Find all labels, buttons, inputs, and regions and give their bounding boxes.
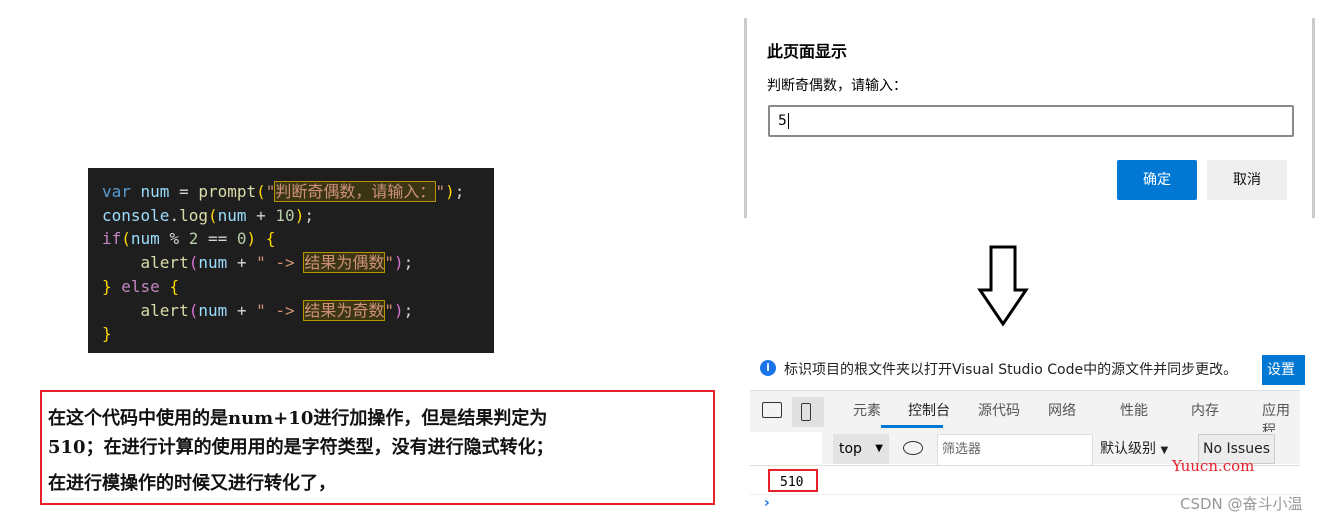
code-token: num: [130, 229, 170, 249]
code-line: } else {: [102, 275, 179, 299]
settings-button[interactable]: 设置: [1262, 355, 1305, 385]
code-token: num: [198, 300, 237, 320]
console-prompt-chevron-icon[interactable]: ›: [764, 495, 770, 511]
cancel-button[interactable]: 取消: [1207, 160, 1287, 200]
code-token: 判断奇偶数，请输入：: [274, 181, 437, 202]
code-token: }: [102, 324, 112, 344]
code-token: if: [102, 229, 122, 249]
code-token: (: [188, 300, 199, 320]
code-token: {: [169, 276, 180, 296]
code-token: alert: [102, 253, 189, 273]
code-token: +: [256, 205, 276, 225]
chevron-down-icon: ▼: [1160, 445, 1169, 456]
code-token: else: [121, 276, 170, 296]
code-token: ": [384, 300, 394, 320]
filter-input[interactable]: 筛选器: [937, 434, 1093, 466]
console-output: 510: [768, 469, 818, 492]
down-arrow-icon: [977, 245, 1029, 327]
watermark-yuucn: Yuucn.com: [1172, 457, 1255, 475]
code-token: num: [217, 205, 257, 225]
inspect-element-icon[interactable]: [762, 402, 782, 418]
code-line: alert(num + " -> 结果为奇数");: [102, 299, 413, 323]
code-token: " ->: [256, 300, 305, 320]
code-token: +: [236, 300, 257, 320]
code-token: ): [294, 205, 305, 225]
log-level-value: 默认级别: [1100, 441, 1156, 457]
tab-3[interactable]: 网络: [1048, 400, 1076, 420]
note-line: 在这个代码中使用的是num+10进行加操作，但是结果判定为: [48, 408, 548, 429]
code-token: " ->: [256, 253, 305, 273]
code-token: ": [265, 182, 276, 201]
log-level-select[interactable]: 默认级别 ▼: [1100, 434, 1168, 464]
code-line: if(num % 2 == 0) {: [102, 227, 275, 251]
code-token: ;: [454, 182, 465, 201]
code-token: ;: [403, 300, 414, 320]
code-token: }: [102, 276, 122, 296]
context-select[interactable]: top ▼: [833, 434, 889, 464]
code-token: num: [198, 253, 237, 273]
info-icon: i: [760, 360, 776, 376]
code-line: var num = prompt("判断奇偶数，请输入：");: [102, 180, 464, 204]
prompt-dialog: 此页面显示 判断奇偶数，请输入： 5 确定 取消: [744, 18, 1315, 218]
code-line: console.log(num + 10);: [102, 204, 314, 228]
code-token: 0: [236, 229, 247, 249]
tab-1[interactable]: 控制台: [908, 400, 950, 420]
code-token: 2: [188, 229, 208, 249]
dialog-message: 判断奇偶数，请输入：: [767, 78, 907, 94]
code-line: alert(num + " -> 结果为偶数");: [102, 251, 413, 275]
code-line: }: [102, 322, 112, 346]
code-token: .: [169, 205, 180, 225]
device-toolbar-icon[interactable]: [792, 397, 824, 427]
note-line: 在进行模操作的时候又进行转化了，: [48, 473, 336, 494]
code-token: ;: [403, 253, 414, 273]
input-value: 5: [778, 113, 787, 129]
code-token: var: [102, 182, 131, 201]
code-token: ": [384, 253, 394, 273]
code-token: ): [246, 229, 266, 249]
code-token: ): [393, 253, 404, 273]
watermark-csdn: CSDN @奋斗小温: [1180, 495, 1303, 513]
active-tab-indicator: [881, 425, 943, 428]
code-token: ): [445, 182, 455, 201]
code-token: %: [169, 229, 189, 249]
code-snippet: var num = prompt("判断奇偶数，请输入："); console.l…: [88, 168, 494, 353]
code-token: ;: [304, 205, 314, 225]
code-token: prompt: [198, 182, 257, 201]
code-token: (: [256, 182, 266, 201]
explanation-note: 在这个代码中使用的是num+10进行加操作，但是结果判定为 510；在进行计算的…: [40, 390, 715, 505]
code-token: +: [236, 253, 257, 273]
code-token: alert: [102, 300, 189, 320]
note-line: 510；在进行计算的使用用的是字符类型，没有进行隐式转化；: [48, 437, 554, 458]
eye-icon[interactable]: [903, 441, 923, 455]
dialog-title: 此页面显示: [767, 42, 848, 61]
code-token: log: [179, 205, 208, 225]
tab-4[interactable]: 性能: [1120, 400, 1148, 420]
tab-5[interactable]: 内存: [1191, 400, 1219, 420]
code-token: console: [102, 205, 170, 225]
tab-0[interactable]: 元素: [853, 400, 881, 420]
context-value: top: [839, 441, 862, 457]
code-token: (: [188, 253, 199, 273]
chevron-down-icon: ▼: [875, 443, 883, 454]
ok-button[interactable]: 确定: [1117, 160, 1197, 200]
code-token: {: [265, 229, 276, 249]
code-token: (: [207, 205, 218, 225]
code-token: ": [435, 182, 446, 201]
code-token: (: [121, 229, 131, 249]
code-token: 结果为奇数: [303, 299, 386, 321]
code-token: num: [130, 182, 180, 201]
info-message: 标识项目的根文件夹以打开Visual Studio Code中的源文件并同步更改…: [784, 362, 1238, 378]
code-token: 10: [275, 205, 295, 225]
code-token: ): [393, 300, 404, 320]
code-token: ==: [207, 229, 237, 249]
prompt-input[interactable]: 5: [768, 105, 1294, 137]
code-token: =: [179, 182, 199, 201]
code-token: 结果为偶数: [303, 252, 386, 274]
tab-2[interactable]: 源代码: [978, 400, 1020, 420]
